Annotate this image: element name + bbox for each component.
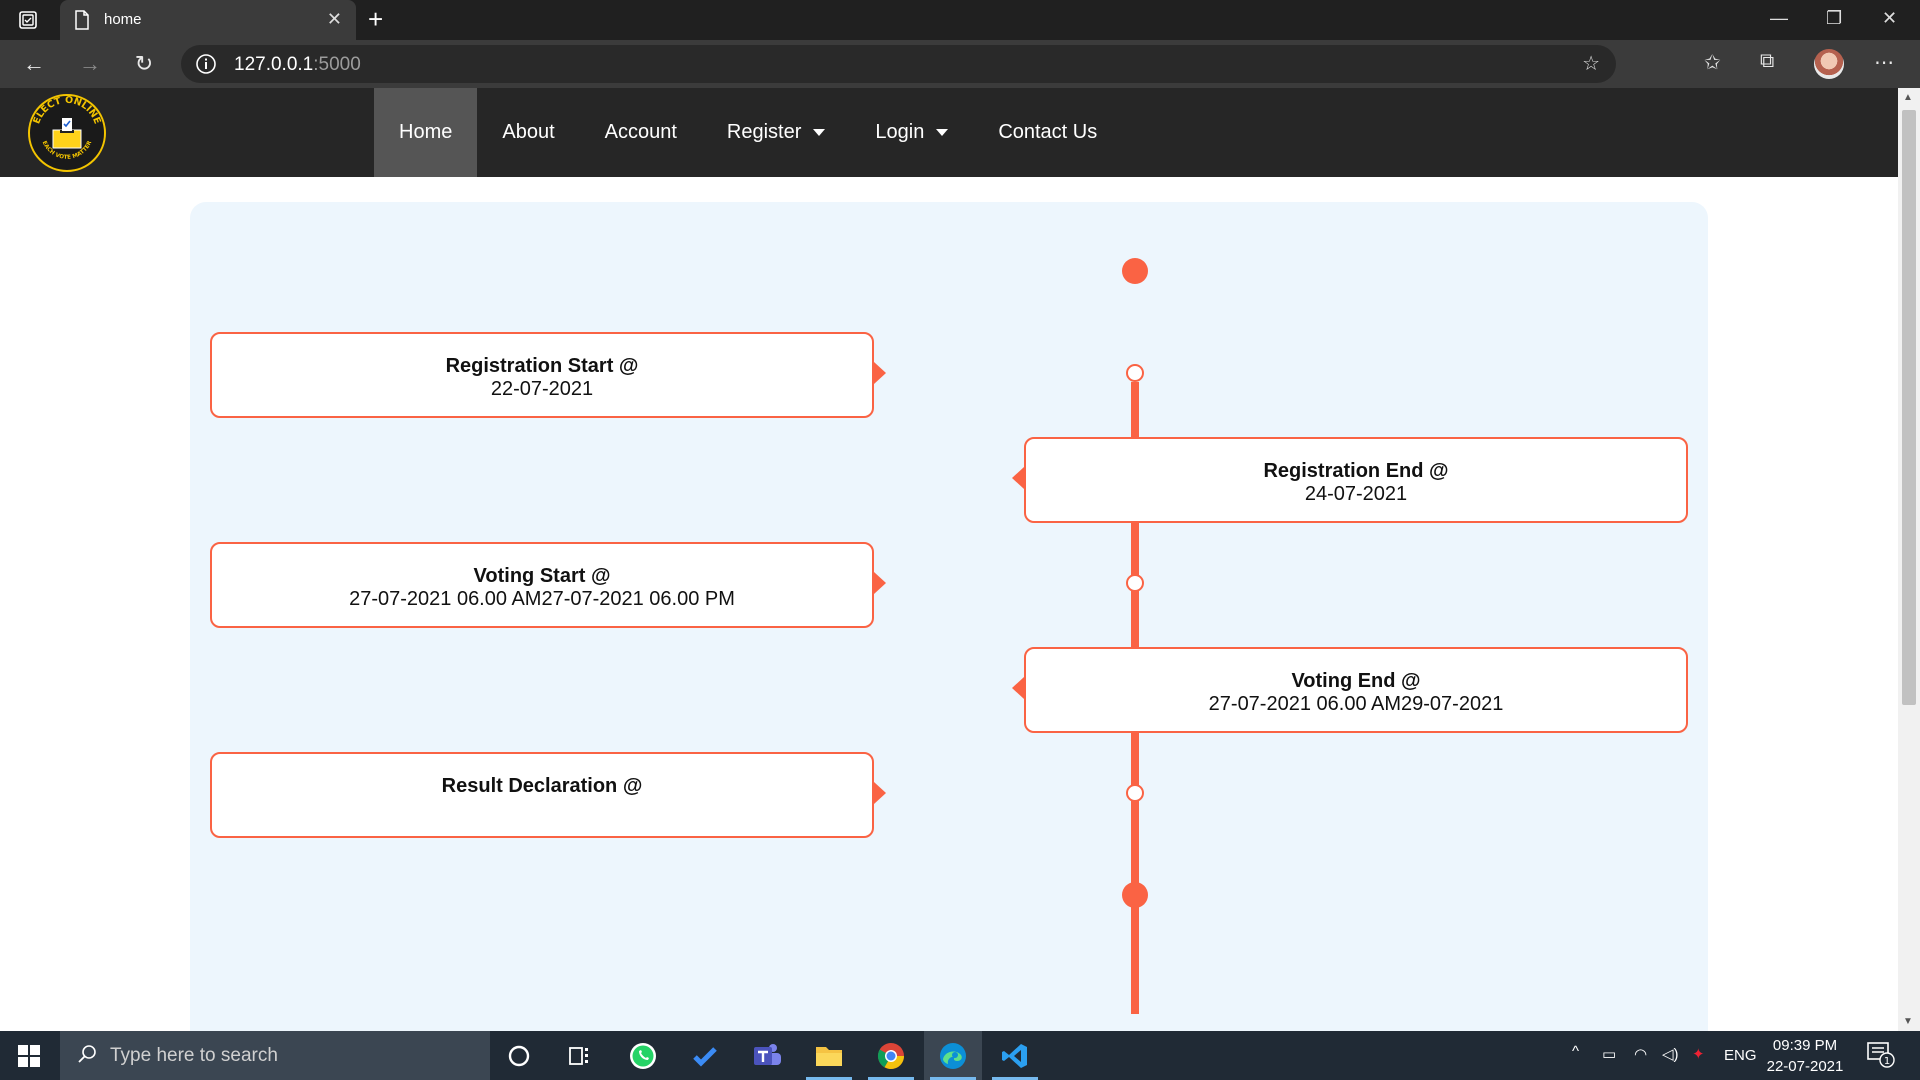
battery-icon[interactable]: ▭ (1602, 1045, 1616, 1063)
timeline-card-title: Voting Start @ (473, 565, 611, 587)
file-explorer-icon[interactable] (800, 1031, 858, 1080)
cortana-icon[interactable] (490, 1031, 548, 1080)
antivirus-icon[interactable]: ✦ (1692, 1045, 1705, 1063)
timeline-card-date: 27-07-2021 06.00 AM29-07-2021 (1208, 693, 1504, 715)
minimize-icon[interactable]: — (1770, 8, 1788, 29)
scroll-down-icon[interactable]: ▼ (1903, 1016, 1913, 1027)
document-icon (74, 10, 90, 34)
caret-down-icon (813, 129, 826, 136)
url-host: 127.0.0.1 (234, 54, 314, 75)
page-viewport: ELECT ONLINE EACH VOTE MATTER Home About… (0, 88, 1898, 1031)
language-indicator[interactable]: ENG (1724, 1047, 1757, 1064)
timeline-card-registration-start: Registration Start @ 22-07-2021 (210, 332, 874, 418)
tab-title: home (104, 11, 142, 28)
page-scrollbar[interactable]: ▲ ▼ (1898, 88, 1920, 1031)
wifi-icon[interactable]: ◠ (1634, 1045, 1647, 1063)
whatsapp-icon[interactable] (614, 1031, 672, 1080)
back-icon[interactable]: ← (20, 50, 48, 78)
timeline-card-result-declaration: Result Declaration @ (210, 752, 874, 838)
nav-account-label: Account (604, 121, 677, 143)
browser-tabstrip: home ✕ + — ❐ ✕ (0, 0, 1920, 40)
teams-icon[interactable] (738, 1031, 796, 1080)
timeline-panel: Registration Start @ 22-07-2021 Registra… (190, 202, 1708, 1031)
nav-login-dropdown[interactable]: Login (850, 88, 973, 177)
tray-expand-icon[interactable]: ^ (1572, 1043, 1579, 1060)
search-placeholder: Type here to search (110, 1045, 278, 1066)
address-bar[interactable]: 127.0.0.1:5000 ☆ (181, 45, 1616, 83)
nav-about-label: About (502, 121, 555, 143)
profile-avatar[interactable] (1814, 49, 1844, 79)
clock-time: 09:39 PM (1772, 1037, 1838, 1054)
nav-account[interactable]: Account (580, 88, 702, 177)
nav-about[interactable]: About (477, 88, 579, 177)
timeline-card-date: 24-07-2021 (1304, 483, 1408, 505)
search-icon (76, 1043, 98, 1071)
taskbar-clock[interactable]: 09:39 PM 22-07-2021 (1760, 1035, 1850, 1077)
refresh-icon[interactable]: ↻ (130, 50, 158, 78)
scroll-up-icon[interactable]: ▲ (1903, 92, 1913, 103)
nav-home-label: Home (399, 121, 453, 143)
clock-date: 22-07-2021 (1766, 1058, 1844, 1075)
elect-online-logo[interactable]: ELECT ONLINE EACH VOTE MATTER (24, 94, 110, 172)
timeline-card-voting-end: Voting End @ 27-07-2021 06.00 AM29-07-20… (1024, 647, 1688, 733)
caret-down-icon (936, 129, 949, 136)
restore-icon[interactable]: ❐ (1826, 8, 1842, 29)
timeline-card-date: 27-07-2021 06.00 AM27-07-2021 06.00 PM (349, 588, 735, 610)
taskbar-search-box[interactable]: Type here to search (60, 1031, 490, 1080)
collections-icon[interactable]: ⧉ (1760, 50, 1774, 73)
timeline-card-title: Voting End @ (1291, 670, 1421, 692)
timeline-node (1126, 574, 1144, 592)
chrome-icon[interactable] (862, 1031, 920, 1080)
timeline-card-title: Registration End @ (1263, 460, 1449, 482)
nav-register-dropdown[interactable]: Register (702, 88, 850, 177)
timeline-card-title: Result Declaration @ (441, 775, 643, 797)
todo-icon[interactable] (676, 1031, 734, 1080)
forward-icon[interactable]: → (76, 50, 104, 78)
task-view-icon[interactable] (551, 1031, 609, 1080)
card-pointer (874, 572, 886, 594)
address-url: 127.0.0.1:5000 (234, 54, 361, 76)
notification-center-icon[interactable]: 1 (1866, 1041, 1896, 1074)
card-pointer (1012, 467, 1024, 489)
timeline-card-voting-start: Voting Start @ 27-07-2021 06.00 AM27-07-… (210, 542, 874, 628)
timeline-node (1126, 364, 1144, 382)
nav-register-label: Register (726, 121, 802, 143)
add-favorite-icon[interactable]: ☆ (1582, 51, 1600, 76)
timeline-start-dot (1122, 258, 1148, 284)
nav-contact-label: Contact Us (998, 121, 1098, 143)
browser-toolbar: ← → ↻ 127.0.0.1:5000 ☆ ✩ ⧉ ⋯ (0, 40, 1920, 88)
nav-contact[interactable]: Contact Us (973, 88, 1122, 177)
card-pointer (1012, 677, 1024, 699)
nav-login-label: Login (875, 121, 925, 143)
timeline-card-date: 22-07-2021 (490, 378, 594, 400)
card-pointer (874, 782, 886, 804)
site-navbar: ELECT ONLINE EACH VOTE MATTER Home About… (0, 88, 1898, 177)
timeline-node (1126, 784, 1144, 802)
new-tab-icon[interactable]: + (368, 4, 383, 35)
card-pointer (874, 362, 886, 384)
nav-home[interactable]: Home (374, 88, 478, 177)
timeline-card-title: Registration Start @ (445, 355, 639, 377)
scrollbar-thumb[interactable] (1902, 110, 1916, 705)
close-window-icon[interactable]: ✕ (1882, 8, 1897, 29)
vscode-icon[interactable] (986, 1031, 1044, 1080)
more-options-icon[interactable]: ⋯ (1874, 50, 1894, 75)
svg-text:1: 1 (1884, 1056, 1890, 1067)
favorites-icon[interactable]: ✩ (1704, 50, 1721, 75)
site-info-icon[interactable] (195, 53, 217, 80)
url-port: :5000 (313, 54, 361, 75)
tab-actions-icon[interactable] (18, 10, 38, 30)
close-tab-icon[interactable]: ✕ (327, 9, 342, 30)
browser-tab-home[interactable]: home ✕ (60, 0, 356, 40)
timeline-card-registration-end: Registration End @ 24-07-2021 (1024, 437, 1688, 523)
timeline-end-dot (1122, 882, 1148, 908)
windows-taskbar: Type here to search ^ ▭ ◠ ◁) ✦ ENG 09:39… (0, 1031, 1920, 1080)
edge-icon[interactable] (924, 1031, 982, 1080)
volume-icon[interactable]: ◁) (1662, 1045, 1679, 1063)
main-menu: Home About Account Register Login Contac… (374, 88, 1122, 177)
windows-start-icon[interactable] (18, 1045, 40, 1072)
